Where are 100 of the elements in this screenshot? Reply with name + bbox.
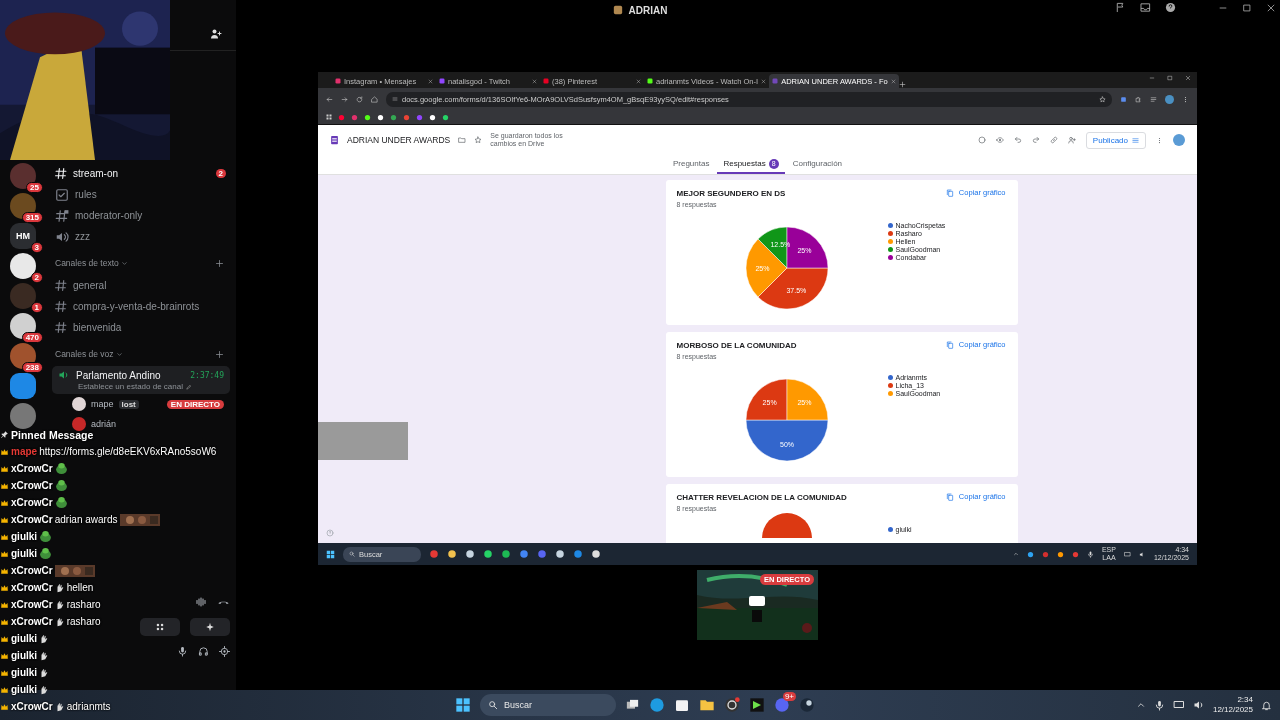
publish-button[interactable]: Publicado <box>1085 131 1146 149</box>
new-tab-icon[interactable] <box>898 81 906 88</box>
eye-icon[interactable] <box>995 136 1004 144</box>
chevron-up-icon[interactable] <box>1135 700 1146 710</box>
chat-username: xCrowCr <box>11 463 53 474</box>
close-icon[interactable] <box>761 78 767 84</box>
sparkle-icon <box>205 622 215 632</box>
steam-icon[interactable] <box>799 697 815 713</box>
forward-icon[interactable] <box>341 95 348 103</box>
add-member-icon[interactable] <box>210 28 222 40</box>
chevron-icon <box>120 259 128 267</box>
sidebar-icon[interactable] <box>1150 95 1157 103</box>
server-icon[interactable]: HM <box>10 223 36 249</box>
tune-icon <box>1132 136 1139 144</box>
channel-name[interactable]: compra-y-venta-de-brainrots <box>73 301 200 312</box>
clock-date[interactable]: 12/12/2025 <box>1212 705 1253 715</box>
folder-icon[interactable] <box>699 697 715 713</box>
profile-avatar[interactable] <box>1173 134 1185 146</box>
chat-username: xCrowCr <box>11 616 53 627</box>
chat-username: xCrowCr <box>11 599 53 610</box>
microphone-icon[interactable] <box>177 646 188 657</box>
chat-message: hellen <box>66 582 94 593</box>
store-icon[interactable] <box>674 697 690 713</box>
chat-username: giulki <box>11 667 38 678</box>
waveform-icon[interactable] <box>195 596 207 608</box>
channel-name[interactable]: rules <box>75 189 97 200</box>
channel-name[interactable]: moderator-only <box>75 210 143 221</box>
close-icon[interactable] <box>1266 2 1276 13</box>
close-icon[interactable] <box>428 78 433 84</box>
home-icon[interactable] <box>371 95 378 103</box>
channel-name[interactable]: stream-on <box>73 168 118 179</box>
question-title: CHATTER REVELACION DE LA COMUNIDAD <box>676 493 847 502</box>
member-name[interactable]: mape <box>91 399 114 409</box>
apps-icon[interactable] <box>326 114 332 120</box>
inbox-icon[interactable] <box>1140 2 1151 13</box>
discord-icon[interactable] <box>774 697 790 713</box>
channel-name[interactable]: zzz <box>75 231 90 242</box>
network-icon[interactable] <box>1123 550 1131 558</box>
browser-icon[interactable] <box>649 697 665 713</box>
profile-avatar[interactable] <box>1165 94 1174 104</box>
help-icon[interactable] <box>1165 2 1176 13</box>
mention-badge: 3 <box>30 242 43 253</box>
category-label[interactable]: Canales de voz <box>55 349 114 359</box>
reload-icon[interactable] <box>356 95 363 103</box>
add-person-icon[interactable] <box>1067 136 1076 144</box>
form-tab[interactable]: Configuración <box>786 155 849 174</box>
legend-dot <box>887 223 893 228</box>
channel-name[interactable]: bienvenida <box>73 322 122 333</box>
search-field[interactable]: Buscar <box>480 694 616 716</box>
app-icon[interactable] <box>749 697 765 713</box>
start-icon[interactable] <box>455 697 471 713</box>
chevron-up-icon[interactable] <box>1012 551 1019 557</box>
recorder-icon[interactable] <box>724 697 740 713</box>
close-icon[interactable] <box>636 78 641 84</box>
app-icon <box>612 5 623 15</box>
soundboard-button[interactable] <box>190 618 230 636</box>
channel-name[interactable]: general <box>73 280 107 291</box>
close-icon[interactable] <box>890 78 896 84</box>
puzzle-icon[interactable] <box>1135 95 1142 103</box>
mention-badge: 315 <box>21 212 43 223</box>
legend-dot <box>887 375 893 380</box>
extension-icon[interactable] <box>1120 95 1127 103</box>
legend-dot <box>887 383 893 388</box>
microphone-icon[interactable] <box>1086 550 1094 558</box>
form-tab[interactable]: Preguntas <box>666 155 716 174</box>
volume-icon[interactable] <box>1138 550 1146 558</box>
mention-badge: 1 <box>30 302 43 313</box>
start-icon[interactable] <box>326 549 335 559</box>
maximize-icon[interactable] <box>1242 2 1252 13</box>
headphones-icon[interactable] <box>198 646 209 657</box>
plus-icon[interactable] <box>215 349 224 359</box>
form-title[interactable]: ADRIAN UNDER AWARDS <box>347 135 451 145</box>
plus-icon[interactable] <box>215 258 224 268</box>
mention-badge: 470 <box>21 332 43 343</box>
activities-button[interactable] <box>140 618 180 636</box>
bell-icon[interactable] <box>1261 699 1272 711</box>
redo-icon[interactable] <box>1031 136 1040 144</box>
emote-icon <box>39 530 53 543</box>
pencil-icon[interactable] <box>185 383 192 390</box>
network-icon[interactable] <box>1172 699 1185 711</box>
volume-icon[interactable] <box>1192 699 1205 711</box>
grid-icon <box>155 622 165 632</box>
microphone-icon[interactable] <box>1153 699 1165 711</box>
back-icon[interactable] <box>326 95 333 103</box>
legend-dot <box>887 239 893 244</box>
undo-icon[interactable] <box>1013 136 1022 144</box>
emote-icon <box>54 479 68 492</box>
category-label[interactable]: Canales de texto <box>55 258 119 268</box>
clock-time[interactable]: 2:34 <box>1237 695 1253 705</box>
chat-username: xCrowCr <box>11 565 53 576</box>
close-icon[interactable] <box>532 78 537 84</box>
copy-icon <box>945 188 954 197</box>
voice-channel[interactable]: Parlamento Andino 2:37:49 Establece un estado de canal <box>52 366 230 394</box>
flag-icon[interactable] <box>1115 2 1126 13</box>
pie-chart-drawing <box>761 513 812 538</box>
star-icon[interactable] <box>474 136 483 144</box>
maximize-icon[interactable] <box>1167 75 1173 81</box>
server-icon[interactable] <box>10 253 36 279</box>
member-name[interactable]: adrián <box>91 419 117 429</box>
close-icon[interactable] <box>1185 75 1191 81</box>
